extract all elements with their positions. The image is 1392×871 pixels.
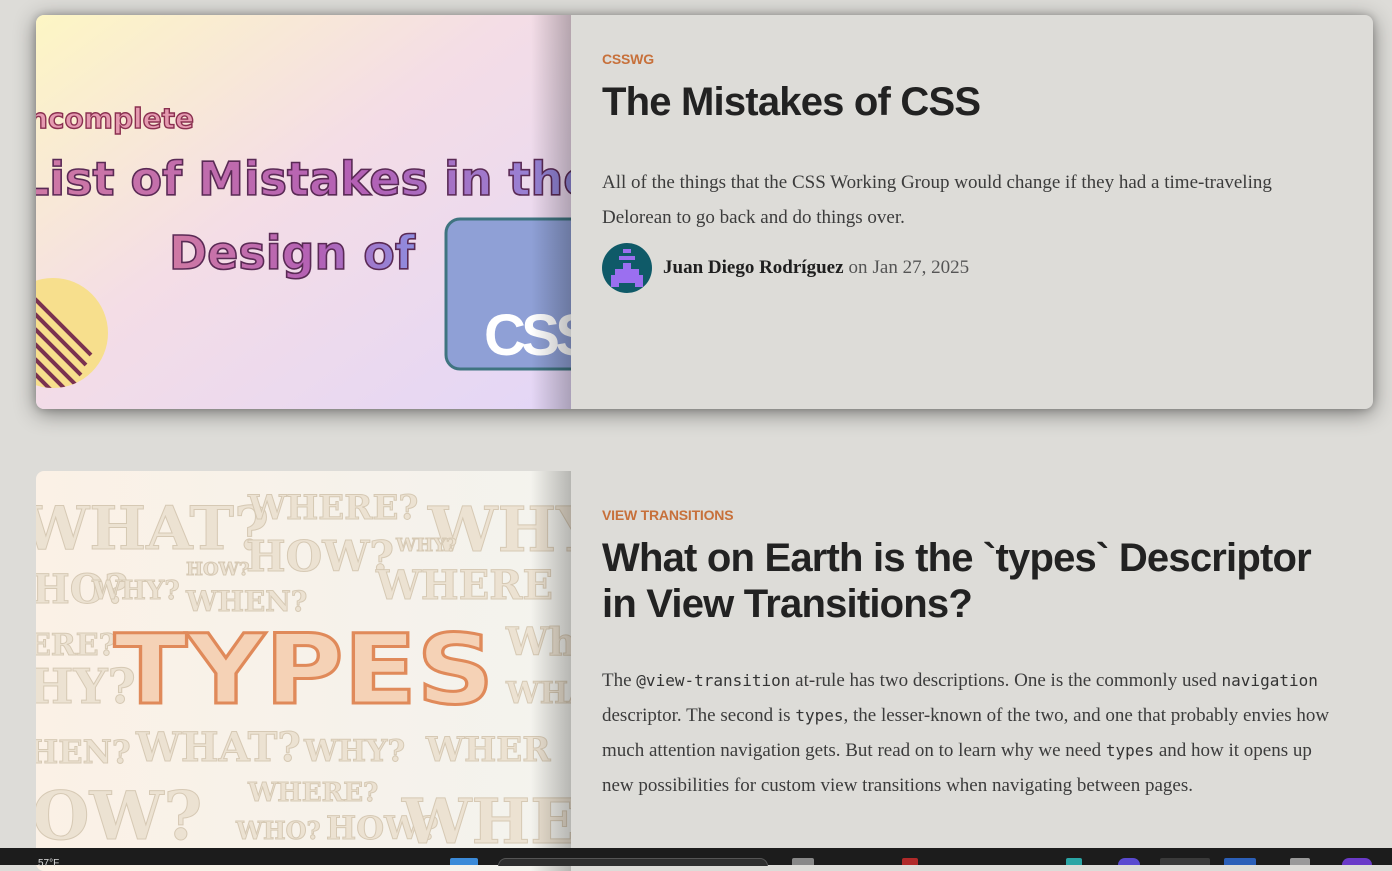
taskbar-app-icon[interactable] xyxy=(1290,858,1310,865)
thumbnail-word: WHY? xyxy=(91,576,180,606)
thumbnail-types: WHAT?WHERE?WHYHOW?WHY?HO?WHY?HOW?WHEREWH… xyxy=(36,471,571,871)
taskbar-app-icon[interactable] xyxy=(1118,858,1140,865)
thumbnail-word: WHER xyxy=(425,730,551,770)
article-body: View Transitions What on Earth is the `t… xyxy=(571,471,1373,871)
thumbnail-word: WHERE? xyxy=(247,488,418,528)
code-types: types xyxy=(795,706,844,725)
thumbnail-word: Wh xyxy=(505,619,571,664)
author-avatar[interactable] xyxy=(602,243,652,293)
svg-text:TYPES: TYPES xyxy=(114,614,494,726)
taskbar-app-icon[interactable] xyxy=(1224,858,1256,865)
os-taskbar: 57°F xyxy=(0,848,1392,869)
thumbnail-word: WHERE? xyxy=(247,778,378,808)
date-prefix: on xyxy=(848,257,868,278)
thumbnail-word: OW? xyxy=(36,777,202,855)
taskbar-app-icon[interactable] xyxy=(1160,858,1210,865)
excerpt-text: The xyxy=(602,670,632,691)
category-tag[interactable]: View Transitions xyxy=(602,507,734,523)
article-card-mistakes-of-css: CSS ncomplete List of Mistakes in the De… xyxy=(36,15,1373,409)
taskbar-app-icon[interactable] xyxy=(792,858,814,865)
article-excerpt: The @view-transition at-rule has two des… xyxy=(602,663,1343,803)
thumbnail-word: WHY? xyxy=(395,535,457,556)
weather-temp[interactable]: 57°F xyxy=(38,858,59,869)
publish-date: Jan 27, 2025 xyxy=(872,257,970,278)
excerpt-text: at-rule has two descriptions. One is the… xyxy=(795,670,1217,691)
code-view-transition: @view-transition xyxy=(636,671,791,690)
taskbar-app-icon[interactable] xyxy=(1342,858,1372,865)
thumbnail-word: WHA xyxy=(505,676,571,711)
thumbnail-word: WHAT? xyxy=(135,724,301,771)
thumbnail-word: ERE? xyxy=(36,628,116,663)
thumbnail-word: WHAT? xyxy=(36,494,269,564)
article-excerpt: All of the things that the CSS Working G… xyxy=(602,172,1272,228)
thumbnail-word: HEN? xyxy=(36,733,131,771)
svg-text:List of Mistakes in the: List of Mistakes in the xyxy=(36,152,571,206)
thumbnail-word: HOW? xyxy=(246,532,394,581)
svg-text:ncomplete: ncomplete xyxy=(36,102,194,135)
thumbnail-word: WHY? xyxy=(303,734,405,769)
thumbnail-mistakes-of-css: CSS ncomplete List of Mistakes in the De… xyxy=(36,15,571,409)
thumbnail-word: WHERE xyxy=(375,562,553,609)
code-navigation: navigation xyxy=(1221,671,1318,690)
article-title[interactable]: The Mistakes of CSS xyxy=(602,79,1343,125)
category-tag[interactable]: CSSWG xyxy=(602,51,654,67)
byline: Juan Diego Rodríguez on Jan 27, 2025 xyxy=(602,243,1343,293)
article-card-types-descriptor: WHAT?WHERE?WHYHOW?WHY?HO?WHY?HOW?WHEREWH… xyxy=(36,471,1373,871)
taskbar-app-icon[interactable] xyxy=(902,858,918,865)
code-types: types xyxy=(1105,741,1155,760)
svg-text:Design of: Design of xyxy=(169,226,416,280)
excerpt-text: descriptor. The second is xyxy=(602,705,791,726)
thumbnail-word: HOW? xyxy=(186,559,249,580)
svg-text:CSS: CSS xyxy=(484,303,571,368)
article-title[interactable]: What on Earth is the `types` Descriptor … xyxy=(602,535,1343,627)
thumbnail-word: WHO? xyxy=(235,816,321,845)
author-name[interactable]: Juan Diego Rodríguez xyxy=(663,257,844,279)
taskbar-app-icon[interactable] xyxy=(1066,858,1082,865)
article-thumbnail[interactable]: WHAT?WHERE?WHYHOW?WHY?HO?WHY?HOW?WHEREWH… xyxy=(36,471,571,871)
taskbar-app-icon[interactable] xyxy=(450,858,478,865)
article-body: CSSWG The Mistakes of CSS All of the thi… xyxy=(571,15,1373,409)
article-thumbnail[interactable]: CSS ncomplete List of Mistakes in the De… xyxy=(36,15,571,409)
